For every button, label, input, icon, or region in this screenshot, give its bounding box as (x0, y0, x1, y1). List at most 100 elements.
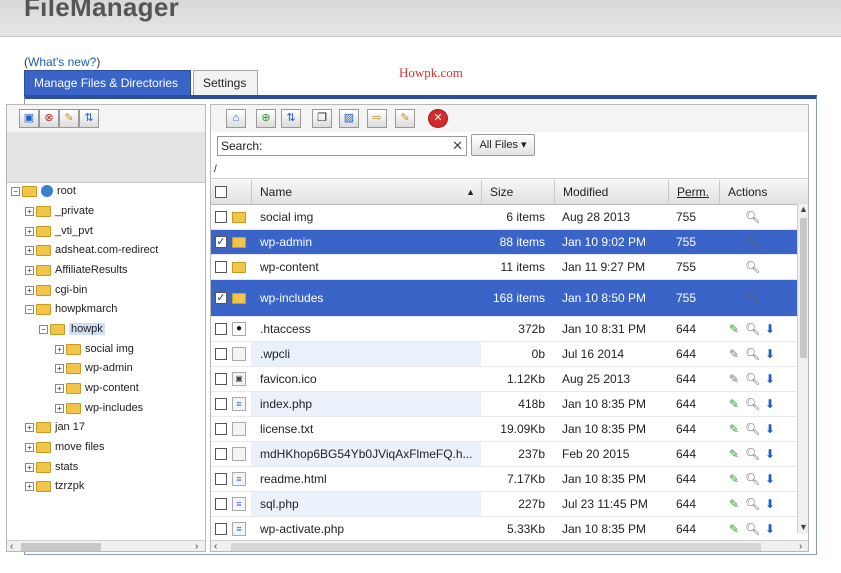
row-checkbox[interactable] (215, 523, 227, 535)
table-row[interactable]: ✓ wp-admin 88 items Jan 10 9:02 PM 755 🔍︎ (211, 230, 797, 255)
expand-icon[interactable]: + (25, 285, 34, 295)
view-icon[interactable]: 🔍︎ (745, 472, 760, 486)
file-name[interactable]: wp-includes (251, 280, 481, 316)
delete-icon[interactable]: ✕ (428, 109, 448, 128)
select-all-checkbox[interactable] (215, 186, 227, 198)
expand-icon[interactable]: + (55, 363, 64, 373)
edit-icon[interactable]: ✎ (727, 422, 741, 436)
table-row[interactable]: ≡ readme.html 7.17Kb Jan 10 8:35 PM 644 ✎ 🔍︎ ⬇ (211, 467, 797, 492)
scroll-right-icon[interactable]: › (195, 541, 198, 551)
folder-edit-icon[interactable]: ✎ (395, 109, 415, 128)
column-name[interactable]: Name ▲ (251, 180, 481, 204)
tab-manage-files[interactable]: Manage Files & Directories (24, 70, 191, 95)
move-icon[interactable]: ⇨ (367, 109, 387, 128)
tree-node[interactable]: + _private (25, 202, 94, 220)
tree-node[interactable]: + wp-content (55, 379, 139, 397)
file-name[interactable]: index.php (251, 392, 481, 416)
table-row[interactable]: ≡ index.php 418b Jan 10 8:35 PM 644 ✎ 🔍︎ ⬇ (211, 392, 797, 417)
collapse-icon[interactable]: − (25, 304, 34, 314)
download-icon[interactable]: ⬇ (763, 347, 777, 361)
edit-icon[interactable]: ✎ (727, 522, 741, 536)
expand-icon[interactable]: + (25, 265, 34, 275)
column-size[interactable]: Size (481, 180, 554, 204)
tree-node[interactable]: − howpkmarch (25, 300, 117, 318)
row-checkbox[interactable] (215, 448, 227, 460)
scrollbar-thumb[interactable] (231, 543, 761, 551)
scroll-up-icon[interactable]: ▲ (799, 204, 808, 214)
row-checkbox[interactable] (215, 348, 227, 360)
tree-node[interactable]: + AffiliateResults (25, 261, 128, 279)
row-checkbox[interactable]: ✓ (215, 236, 227, 248)
download-icon[interactable]: ⬇ (763, 372, 777, 386)
folder-properties-icon[interactable]: ✎ (59, 109, 79, 128)
table-row[interactable]: social img 6 items Aug 28 2013 755 🔍︎ (211, 205, 797, 230)
scroll-left-icon[interactable]: ‹ (10, 541, 13, 551)
add-file-icon[interactable]: ⊕ (256, 109, 276, 128)
expand-icon[interactable]: + (25, 206, 34, 216)
whats-new-link[interactable]: What's new? (28, 55, 96, 69)
scrollbar-thumb[interactable] (800, 218, 807, 358)
download-icon[interactable]: ⬇ (763, 447, 777, 461)
refresh-icon[interactable]: ⇅ (281, 109, 301, 128)
download-icon[interactable]: ⬇ (763, 422, 777, 436)
home-icon[interactable]: ⌂ (226, 109, 246, 128)
refresh-tree-icon[interactable]: ⇅ (79, 109, 99, 128)
expand-icon[interactable]: + (25, 245, 34, 255)
file-name[interactable]: wp-admin (251, 230, 481, 254)
scroll-down-icon[interactable]: ▼ (799, 522, 808, 532)
edit-icon[interactable]: ✎ (727, 347, 741, 361)
edit-icon[interactable]: ✎ (727, 472, 741, 486)
file-name[interactable]: license.txt (251, 417, 481, 441)
expand-icon[interactable]: + (55, 344, 64, 354)
download-icon[interactable]: ⬇ (763, 322, 777, 336)
view-icon[interactable]: 🔍︎ (745, 322, 760, 336)
edit-icon[interactable]: ✎ (727, 497, 741, 511)
file-name[interactable]: mdHKhop6BG54Yb0JViqAxFlmeFQ.h... (251, 442, 481, 466)
tree-node[interactable]: + wp-includes (55, 399, 143, 417)
search-input[interactable]: Search: ✕ (217, 136, 467, 156)
download-icon[interactable]: ⬇ (763, 522, 777, 536)
file-name[interactable]: wp-activate.php (251, 517, 481, 541)
table-row[interactable]: ≡ sql.php 227b Jul 23 11:45 PM 644 ✎ 🔍︎ ⬇ (211, 492, 797, 517)
expand-icon[interactable]: + (55, 403, 64, 413)
file-name[interactable]: readme.html (251, 467, 481, 491)
tree-node[interactable]: + _vti_pvt (25, 222, 93, 240)
expand-icon[interactable]: + (55, 383, 64, 393)
row-checkbox[interactable] (215, 398, 227, 410)
table-row[interactable]: license.txt 19.09Kb Jan 10 8:35 PM 644 ✎ 🔍︎ ⬇ (211, 417, 797, 442)
tab-settings[interactable]: Settings (193, 70, 258, 95)
tree-node-howpk[interactable]: − howpk (39, 320, 105, 338)
delete-folder-icon[interactable]: ⊗ (39, 109, 59, 128)
edit-icon[interactable]: ✎ (727, 372, 741, 386)
table-row[interactable]: wp-content 11 items Jan 11 9:27 PM 755 🔍︎ (211, 255, 797, 280)
download-icon[interactable]: ⬇ (763, 397, 777, 411)
view-icon[interactable]: 🔍︎ (745, 347, 760, 361)
expand-icon[interactable]: + (25, 422, 34, 432)
row-checkbox[interactable] (215, 211, 227, 223)
tree-node[interactable]: + wp-admin (55, 359, 133, 377)
download-icon[interactable]: ⬇ (763, 472, 777, 486)
file-name[interactable]: social img (251, 205, 481, 229)
table-row[interactable]: ✓ wp-includes 168 items Jan 10 8:50 PM 755 🔍︎ (211, 280, 797, 317)
tree-node[interactable]: + move files (25, 438, 105, 456)
view-icon[interactable]: 🔍︎ (745, 422, 760, 436)
row-checkbox[interactable] (215, 423, 227, 435)
column-modified[interactable]: Modified (554, 180, 668, 204)
tree-node[interactable]: + tzrzpk (25, 477, 84, 495)
row-checkbox[interactable] (215, 323, 227, 335)
view-icon[interactable]: 🔍︎ (745, 447, 760, 461)
expand-icon[interactable]: + (25, 462, 34, 472)
clear-search-icon[interactable]: ✕ (452, 137, 463, 155)
tree-node[interactable]: + adsheat.com-redirect (25, 241, 158, 259)
expand-icon[interactable]: + (25, 481, 34, 491)
view-icon[interactable]: 🔍︎ (745, 522, 760, 536)
image-icon[interactable]: ▨ (339, 109, 359, 128)
view-icon[interactable]: 🔍︎ (745, 260, 760, 274)
scrollbar-thumb[interactable] (21, 543, 101, 551)
row-checkbox[interactable] (215, 473, 227, 485)
row-checkbox[interactable]: ✓ (215, 292, 227, 304)
view-icon[interactable]: 🔍︎ (745, 291, 760, 305)
expand-icon[interactable]: + (25, 226, 34, 236)
edit-icon[interactable]: ✎ (727, 447, 741, 461)
file-filter-dropdown[interactable]: All Files ▾ (471, 134, 535, 156)
